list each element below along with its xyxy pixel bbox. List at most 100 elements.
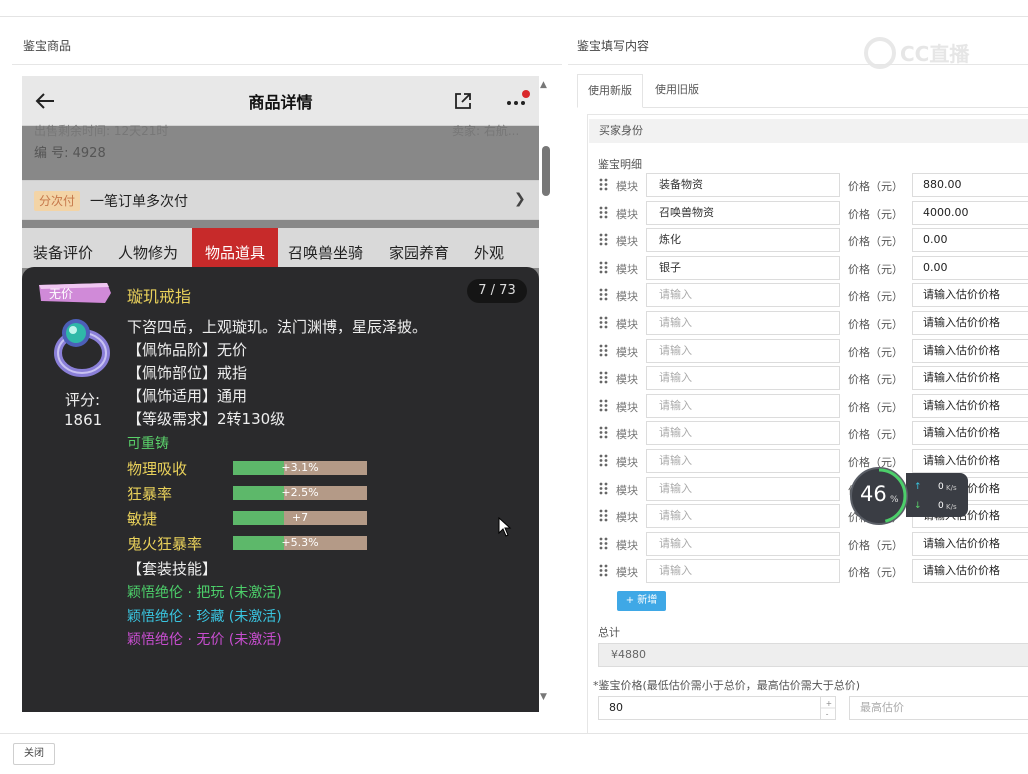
tab-new-version[interactable]: 使用新版 [577,74,643,108]
tab-old-version[interactable]: 使用旧版 [645,74,709,108]
module-label: 模块 [616,428,638,442]
drag-handle-icon[interactable] [599,206,608,219]
price-input[interactable]: 请输入估价价格 [912,531,1028,556]
price-input[interactable]: 880.00 [912,173,1028,197]
network-speed-widget[interactable]: ↑ 0 K/s ↓ 0 K/s 46 % [850,467,968,525]
price-input[interactable]: 请输入估价价格 [912,366,1028,391]
module-label: 模块 [616,290,638,304]
detail-row: 模块请输入价格（元） 请输入估价价格 [588,531,1028,556]
drag-handle-icon[interactable] [599,233,608,246]
drag-handle-icon[interactable] [599,509,608,522]
installment-bar[interactable]: 分次付 一笔订单多次付 ❯ [22,180,539,220]
drag-handle-icon[interactable] [599,564,608,577]
divider [568,64,1028,65]
divider [12,64,562,65]
detail-row: 模块请输入价格（元） 请输入估价价格 [588,559,1028,584]
module-input[interactable]: 请输入 [646,338,840,363]
priceless-badge-text: 无价 [49,287,73,301]
share-icon[interactable] [452,90,474,112]
module-label: 模块 [616,262,638,276]
drag-handle-icon[interactable] [599,537,608,550]
price-input[interactable]: 请输入估价价格 [912,559,1028,584]
detail-row: 模块请输入价格（元） 请输入估价价格 [588,338,1028,363]
detail-row: 模块 召唤兽物资 价格（元） 4000.00 [588,200,1028,225]
module-input[interactable]: 请输入 [646,311,840,335]
module-input[interactable]: 请输入 [646,476,840,501]
buyer-identity-section[interactable]: 买家身份 [589,119,1028,143]
module-label: 模块 [616,180,638,193]
scroll-down-icon[interactable]: ▼ [540,692,547,702]
scroll-up-icon[interactable]: ▲ [540,80,547,90]
percent-sign: % [890,495,899,505]
set-skill: 颖悟绝伦 · 把玩 (未激活) [127,585,282,601]
module-label: 模块 [616,566,638,580]
drag-handle-icon[interactable] [599,482,608,495]
max-price-input[interactable]: 最高估价 [849,696,1028,720]
more-icon[interactable] [502,90,530,112]
page-indicator: 7 / 73 [467,279,527,303]
phone-scrollbar[interactable]: ▲ ▼ [540,80,552,710]
price-input[interactable]: 请输入估价价格 [912,311,1028,335]
price-input[interactable]: 请输入估价价格 [912,283,1028,308]
price-input[interactable]: 0.00 [912,228,1028,253]
drag-handle-icon[interactable] [599,288,608,301]
module-input[interactable]: 炼化 [646,228,840,253]
detail-row: 模块请输入价格（元） 请输入估价价格 [588,283,1028,308]
add-row-button[interactable]: + 新增 [617,591,666,611]
stat-name: 敏捷 [127,510,158,528]
module-input[interactable]: 召唤兽物资 [646,200,840,225]
module-input[interactable]: 请输入 [646,283,840,308]
price-label: 价格（元） [848,566,903,580]
drag-handle-icon[interactable] [599,316,608,329]
watermark-text: CC直播 [900,42,970,66]
mouse-cursor-icon [498,517,512,537]
module-input[interactable]: 请输入 [646,531,840,556]
module-label: 模块 [616,511,638,525]
module-input[interactable]: 银子 [646,255,840,280]
module-input[interactable]: 请输入 [646,449,840,473]
stat-value: +3.1% [281,461,319,474]
module-input[interactable]: 请输入 [646,421,840,446]
drag-handle-icon[interactable] [599,399,608,412]
price-input[interactable]: 0.00 [912,255,1028,280]
detail-row: 模块 银子 价格（元） 0.00 [588,255,1028,280]
price-label: 价格（元） [848,235,903,249]
close-button[interactable]: 关闭 [13,743,55,765]
seller: 卖家: 右航... [452,124,520,138]
tab-equipment-review[interactable]: 装备评价 [33,228,93,268]
tab-items[interactable]: 物品道具 [192,228,278,268]
module-input[interactable]: 装备物资 [646,173,840,197]
price-input[interactable]: 请输入估价价格 [912,338,1028,363]
drag-handle-icon[interactable] [599,344,608,357]
drag-handle-icon[interactable] [599,371,608,384]
drag-handle-icon[interactable] [599,178,608,191]
price-input[interactable]: 请输入估价价格 [912,421,1028,446]
price-label: 价格（元） [848,262,903,276]
tab-appearance[interactable]: 外观 [474,228,504,268]
price-label: 价格（元） [848,207,903,221]
stat-name: 物理吸收 [127,460,188,478]
drag-handle-icon[interactable] [599,454,608,467]
tab-home[interactable]: 家园养育 [389,228,449,268]
installment-badge: 分次付 [34,191,81,211]
module-input[interactable]: 请输入 [646,366,840,391]
tab-character[interactable]: 人物修为 [118,228,178,268]
module-input[interactable]: 请输入 [646,393,840,418]
price-input[interactable]: 请输入估价价格 [912,393,1028,418]
scroll-thumb[interactable] [542,146,550,196]
module-input[interactable]: 请输入 [646,559,840,584]
price-input[interactable]: 4000.00 [912,200,1028,225]
drag-handle-icon[interactable] [599,426,608,439]
svg-text:-: - [826,709,829,718]
module-input[interactable]: 请输入 [646,504,840,529]
price-stepper[interactable]: +- [820,696,836,720]
phone-header: 商品详情 [22,76,539,126]
total-value: ¥4880 [598,643,1028,667]
min-price-input[interactable]: 80 [598,696,836,720]
recast-label: 可重铸 [127,436,169,452]
module-label: 模块 [616,207,638,221]
tab-pets-mounts[interactable]: 召唤兽坐骑 [288,228,363,268]
price-label: 价格（元） [848,373,903,387]
appraisal-form: 买家身份 鉴宝明细 模块 装备物资 价格（元） 880.00 模块 召唤兽物资 价格（元） 4… [587,114,1028,734]
drag-handle-icon[interactable] [599,261,608,274]
